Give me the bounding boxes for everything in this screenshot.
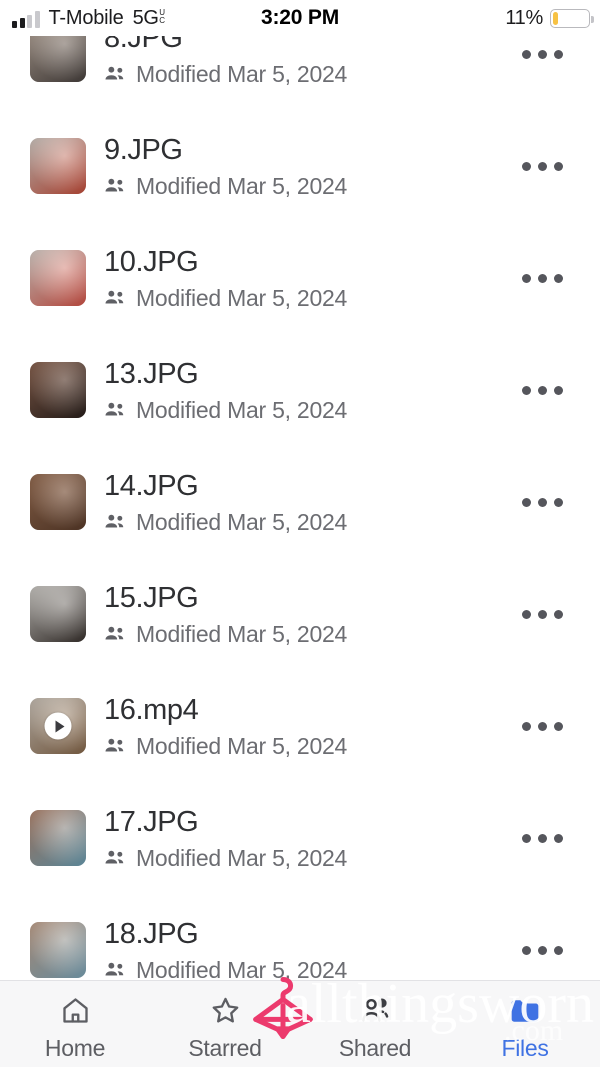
more-options-button[interactable] <box>514 138 570 194</box>
more-options-button[interactable] <box>514 922 570 978</box>
more-options-button[interactable] <box>514 36 570 82</box>
tab-files[interactable]: Files <box>450 981 600 1067</box>
more-options-button[interactable] <box>514 586 570 642</box>
more-options-button[interactable] <box>514 698 570 754</box>
tab-files-label: Files <box>501 1034 549 1061</box>
file-row[interactable]: 9.JPG Modified Mar 5, 2024 <box>0 110 600 222</box>
file-thumbnail <box>30 474 86 530</box>
shared-people-icon <box>105 962 124 976</box>
more-options-button[interactable] <box>514 810 570 866</box>
file-modified-label: Modified Mar 5, 2024 <box>136 844 348 871</box>
file-thumbnail <box>30 698 86 754</box>
file-modified-label: Modified Mar 5, 2024 <box>136 508 348 535</box>
file-modified-label: Modified Mar 5, 2024 <box>136 620 348 647</box>
app-root: T-Mobile 5G U C 3:20 PM 11% 8.JPG Modifie… <box>0 0 600 1067</box>
tab-starred-label: Starred <box>188 1034 262 1061</box>
file-thumbnail <box>30 36 86 82</box>
file-thumbnail <box>30 586 86 642</box>
file-row[interactable]: 10.JPG Modified Mar 5, 2024 <box>0 222 600 334</box>
file-modified-label: Modified Mar 5, 2024 <box>136 732 348 759</box>
file-row[interactable]: 17.JPG Modified Mar 5, 2024 <box>0 782 600 894</box>
tab-home-label: Home <box>44 1034 106 1061</box>
play-icon[interactable] <box>44 712 72 740</box>
shared-people-icon <box>105 850 124 864</box>
file-modified-label: Modified Mar 5, 2024 <box>136 956 348 981</box>
more-options-button[interactable] <box>514 250 570 306</box>
tab-starred[interactable]: Starred <box>150 981 300 1067</box>
file-thumbnail <box>30 138 86 194</box>
file-thumbnail <box>30 362 86 418</box>
battery-percent-label: 11% <box>505 6 543 29</box>
shared-people-icon <box>105 290 124 304</box>
file-thumbnail <box>30 810 86 866</box>
shared-people-icon <box>105 402 124 416</box>
shared-people-icon <box>105 626 124 640</box>
file-list-inner: 8.JPG Modified Mar 5, 2024 9.JPG Modified M… <box>0 36 600 980</box>
file-row[interactable]: 13.JPG Modified Mar 5, 2024 <box>0 334 600 446</box>
status-bar-right: 11% <box>505 6 594 30</box>
folder-icon <box>507 993 543 1029</box>
more-options-button[interactable] <box>514 474 570 530</box>
shared-people-icon <box>105 66 124 80</box>
bottom-tab-bar: Home Starred Shared Files <box>0 980 600 1067</box>
file-row[interactable]: 18.JPG Modified Mar 5, 2024 <box>0 894 600 980</box>
file-modified-label: Modified Mar 5, 2024 <box>136 172 348 199</box>
file-modified-label: Modified Mar 5, 2024 <box>136 284 348 311</box>
file-row[interactable]: 8.JPG Modified Mar 5, 2024 <box>0 36 600 110</box>
people-icon <box>357 993 393 1029</box>
status-bar: T-Mobile 5G U C 3:20 PM 11% <box>0 0 600 36</box>
home-icon <box>57 993 93 1029</box>
file-row[interactable]: 14.JPG Modified Mar 5, 2024 <box>0 446 600 558</box>
file-row[interactable]: 15.JPG Modified Mar 5, 2024 <box>0 558 600 670</box>
more-options-button[interactable] <box>514 362 570 418</box>
tab-home[interactable]: Home <box>0 981 150 1067</box>
battery-fill <box>553 11 558 25</box>
file-row[interactable]: 16.mp4 Modified Mar 5, 2024 <box>0 670 600 782</box>
shared-people-icon <box>105 178 124 192</box>
file-thumbnail <box>30 250 86 306</box>
tab-shared-label: Shared <box>338 1034 412 1061</box>
file-modified-label: Modified Mar 5, 2024 <box>136 60 348 87</box>
star-icon <box>207 993 243 1029</box>
file-modified-label: Modified Mar 5, 2024 <box>136 396 348 423</box>
file-list[interactable]: 8.JPG Modified Mar 5, 2024 9.JPG Modified M… <box>0 36 600 980</box>
file-thumbnail <box>30 922 86 978</box>
tab-shared[interactable]: Shared <box>300 981 450 1067</box>
shared-people-icon <box>105 514 124 528</box>
shared-people-icon <box>105 738 124 752</box>
battery-icon <box>550 8 594 28</box>
